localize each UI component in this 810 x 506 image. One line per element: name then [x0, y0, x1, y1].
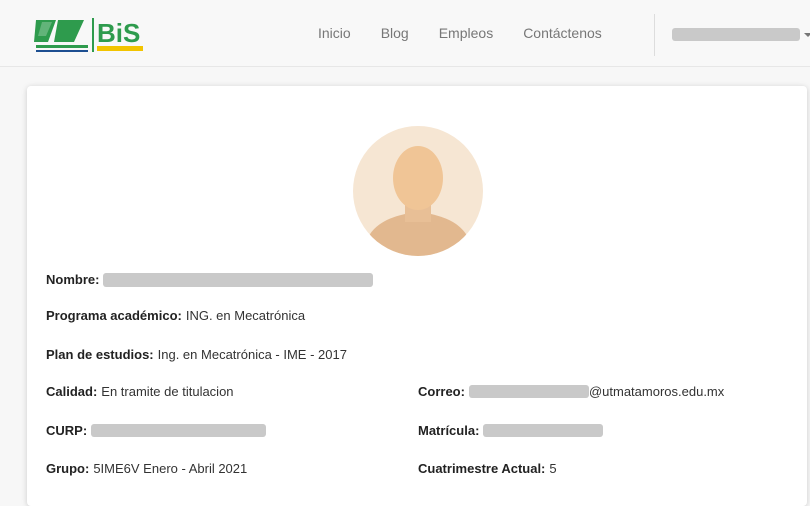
value-grupo: 5IME6V Enero - Abril 2021 — [93, 461, 248, 476]
label-plan: Plan de estudios: — [46, 347, 154, 362]
label-cuatrimestre: Cuatrimestre Actual: — [418, 461, 546, 476]
field-matricula: Matrícula: — [418, 423, 604, 438]
nav-link-contactenos[interactable]: Contáctenos — [523, 25, 602, 41]
label-matricula: Matrícula: — [418, 423, 480, 438]
field-curp: CURP: — [46, 423, 267, 438]
value-correo-redacted — [468, 385, 589, 398]
value-curp-redacted — [91, 424, 267, 437]
top-navbar: BiS Inicio Blog Empleos Contáctenos — [0, 0, 810, 67]
value-programa: ING. en Mecatrónica — [185, 308, 306, 323]
field-cuatrimestre: Cuatrimestre Actual: 5 — [418, 461, 557, 476]
value-plan: Ing. en Mecatrónica - IME - 2017 — [157, 347, 347, 362]
field-grupo: Grupo: 5IME6V Enero - Abril 2021 — [46, 461, 247, 476]
nav-link-empleos[interactable]: Empleos — [439, 25, 493, 41]
label-grupo: Grupo: — [46, 461, 90, 476]
label-calidad: Calidad: — [46, 384, 98, 399]
field-calidad: Calidad: En tramite de titulacion — [46, 384, 234, 399]
value-cuatrimestre: 5 — [549, 461, 557, 476]
nav-divider — [654, 14, 655, 56]
field-correo: Correo: @utmatamoros.edu.mx — [418, 384, 724, 399]
svg-text:BiS: BiS — [97, 18, 140, 48]
nav-link-blog[interactable]: Blog — [381, 25, 409, 41]
avatar — [353, 126, 483, 256]
label-curp: CURP: — [46, 423, 88, 438]
value-matricula-redacted — [483, 424, 604, 437]
label-nombre: Nombre: — [46, 272, 100, 287]
user-name-redacted — [672, 28, 800, 41]
brand-logo[interactable]: BiS — [34, 12, 164, 56]
profile-card: Nombre: Programa académico: ING. en Meca… — [27, 86, 807, 506]
label-programa: Programa académico: — [46, 308, 182, 323]
label-correo: Correo: — [418, 384, 465, 399]
field-programa: Programa académico: ING. en Mecatrónica — [46, 308, 305, 323]
value-nombre-redacted — [103, 272, 374, 287]
nav-links: Inicio Blog Empleos Contáctenos — [318, 0, 632, 66]
nav-link-inicio[interactable]: Inicio — [318, 25, 351, 41]
value-calidad: En tramite de titulacion — [101, 384, 234, 399]
value-correo-domain: @utmatamoros.edu.mx — [588, 384, 725, 399]
user-menu-dropdown[interactable] — [672, 28, 810, 41]
field-plan: Plan de estudios: Ing. en Mecatrónica - … — [46, 347, 347, 362]
field-nombre: Nombre: — [46, 272, 374, 287]
chevron-down-icon — [804, 32, 810, 37]
